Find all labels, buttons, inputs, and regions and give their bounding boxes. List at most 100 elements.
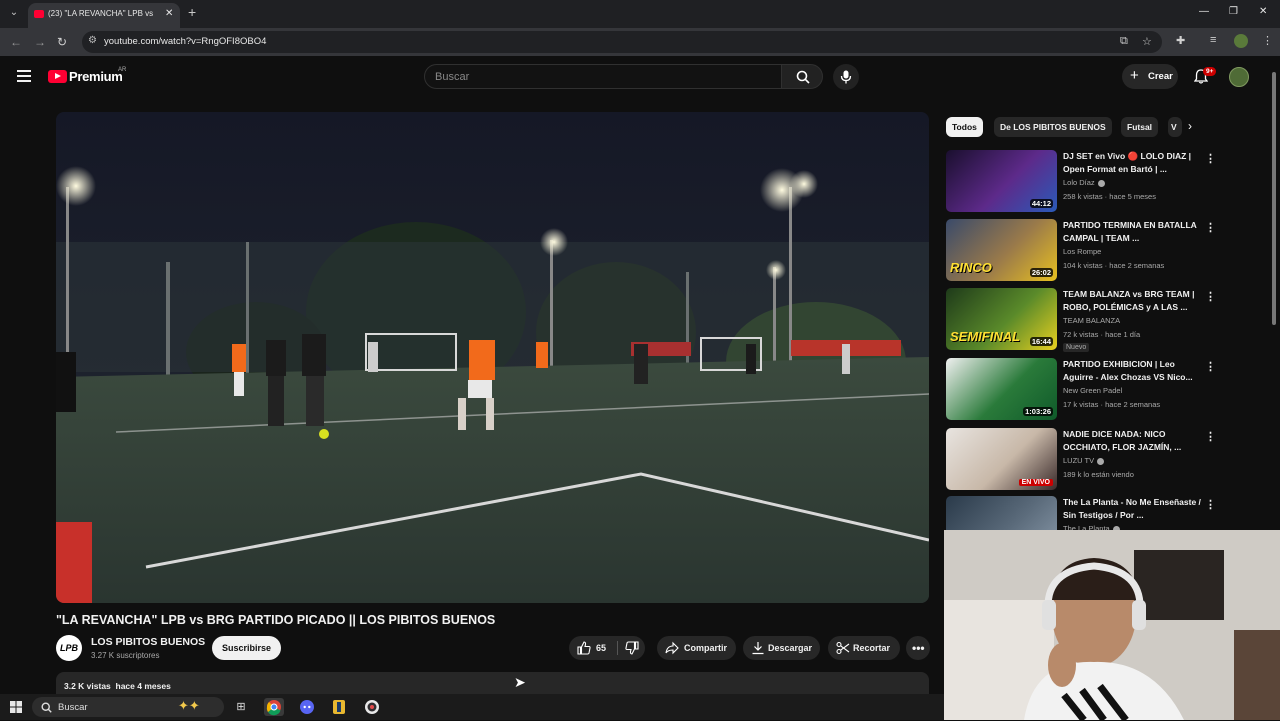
clip-button[interactable]: Recortar xyxy=(828,636,900,660)
media-control-icon[interactable]: ≡ xyxy=(1210,34,1216,46)
channel-name: TEAM BALANZA xyxy=(1063,316,1121,325)
chip-truncated[interactable]: V xyxy=(1168,117,1182,137)
voice-search-button[interactable] xyxy=(833,64,859,90)
chip-channel[interactable]: De LOS PIBITOS BUENOS xyxy=(994,117,1112,137)
recommendation-channel[interactable]: New Green Padel xyxy=(1063,386,1122,395)
more-horizontal-icon: ••• xyxy=(912,641,925,655)
thumbs-up-icon[interactable] xyxy=(577,641,591,655)
chip-futsal[interactable]: Futsal xyxy=(1121,117,1159,137)
task-view-icon[interactable]: ⊞ xyxy=(231,698,251,716)
channel-avatar[interactable]: LPB xyxy=(56,635,82,661)
like-count[interactable]: 65 xyxy=(596,643,606,653)
restore-icon[interactable]: ❐ xyxy=(1229,6,1238,17)
video-thumbnail[interactable]: 44:12 xyxy=(946,150,1057,212)
more-vertical-icon[interactable]: ⋮ xyxy=(1205,152,1216,165)
share-label: Compartir xyxy=(684,643,728,653)
thumbs-down-icon[interactable] xyxy=(625,641,639,655)
recommendation-channel[interactable]: LUZU TV xyxy=(1063,456,1105,465)
url-text: youtube.com/watch?v=RngOFI8OBO4 xyxy=(104,36,267,47)
more-vertical-icon[interactable]: ⋮ xyxy=(1205,290,1216,303)
video-duration: 44:12 xyxy=(1029,199,1053,208)
recommendation-card[interactable]: EN VIVO NADIE DICE NADA: NICO OCCHIATO, F… xyxy=(946,428,1216,494)
search-icon xyxy=(41,702,52,713)
forward-icon[interactable]: → xyxy=(34,35,46,49)
tab-search-icon[interactable]: ⌄ xyxy=(6,5,22,21)
guide-menu-icon[interactable] xyxy=(17,70,31,82)
recommendation-title[interactable]: NADIE DICE NADA: NICO OCCHIATO, FLOR JAZ… xyxy=(1063,428,1201,454)
browser-profile-avatar[interactable] xyxy=(1234,34,1248,48)
recommendation-title[interactable]: DJ SET en Vivo 🔴 LOLO DIAZ | Open Format… xyxy=(1063,150,1201,176)
more-vertical-icon[interactable]: ⋮ xyxy=(1205,498,1216,511)
chevron-right-icon[interactable]: › xyxy=(1188,119,1206,137)
recommendation-card[interactable]: 44:12 DJ SET en Vivo 🔴 LOLO DIAZ | Open F… xyxy=(946,150,1216,216)
search-button[interactable] xyxy=(781,64,823,89)
new-badge: Nuevo xyxy=(1063,343,1090,352)
share-icon xyxy=(665,641,679,655)
more-vertical-icon[interactable]: ⋮ xyxy=(1205,430,1216,443)
windows-start-icon[interactable] xyxy=(10,701,22,713)
download-button[interactable]: Descargar xyxy=(743,636,820,660)
window-close-icon[interactable]: ✕ xyxy=(1259,6,1267,17)
video-player[interactable] xyxy=(56,112,929,603)
video-thumbnail[interactable]: EN VIVO xyxy=(946,428,1057,490)
taskbar-search-label: Buscar xyxy=(58,702,88,713)
recommendation-title[interactable]: PARTIDO TERMINA EN BATALLA CAMPAL | TEAM… xyxy=(1063,219,1201,245)
download-label: Descargar xyxy=(768,643,813,653)
create-label: Crear xyxy=(1148,71,1173,82)
address-bar[interactable]: ⚙ youtube.com/watch?v=RngOFI8OBO4 ⧉ ☆ xyxy=(82,31,1162,53)
extensions-icon[interactable]: ✚ xyxy=(1176,34,1185,47)
site-info-icon[interactable]: ⚙ xyxy=(88,35,97,46)
channel-name: LUZU TV xyxy=(1063,456,1095,465)
share-button[interactable]: Compartir xyxy=(657,636,736,660)
more-actions-button[interactable]: ••• xyxy=(906,636,930,660)
install-app-icon[interactable]: ⧉ xyxy=(1120,35,1128,48)
back-icon[interactable]: ← xyxy=(10,35,22,49)
page-scrollbar[interactable] xyxy=(1272,72,1276,325)
video-thumbnail[interactable]: RINCO 26:02 xyxy=(946,219,1057,281)
youtube-favicon-icon xyxy=(34,10,44,18)
more-vertical-icon[interactable]: ⋮ xyxy=(1205,221,1216,234)
account-avatar[interactable] xyxy=(1229,67,1249,87)
tab-close-icon[interactable]: ✕ xyxy=(165,8,173,19)
create-button[interactable]: + Crear xyxy=(1122,64,1178,89)
app-taskbar-icon[interactable] xyxy=(329,698,349,716)
thumbnail-overlay-text: RINCO xyxy=(950,260,992,275)
recommendation-channel[interactable]: Lolo Díaz xyxy=(1063,178,1105,187)
new-tab-icon[interactable]: + xyxy=(188,4,196,20)
recommendation-meta: 17 k vistas · hace 2 semanas xyxy=(1063,400,1161,409)
recommendation-card[interactable]: 1:03:26 PARTIDO EXHIBICION | Leo Aguirre … xyxy=(946,358,1216,424)
recommendation-channel[interactable]: Los Rompe xyxy=(1063,247,1101,256)
recommendation-channel[interactable]: TEAM BALANZA xyxy=(1063,316,1120,325)
browser-menu-icon[interactable]: ⋮ xyxy=(1262,34,1273,47)
recommendation-meta: 258 k vistas · hace 5 meses xyxy=(1063,192,1156,201)
recommendation-card[interactable]: RINCO 26:02 PARTIDO TERMINA EN BATALLA CAM… xyxy=(946,219,1216,285)
video-duration: 1:03:26 xyxy=(1023,407,1053,416)
youtube-premium-label[interactable]: Premium xyxy=(69,69,123,84)
video-thumbnail[interactable]: SEMIFINAL 16:44 xyxy=(946,288,1057,350)
recommendation-title[interactable]: PARTIDO EXHIBICION | Leo Aguirre - Alex … xyxy=(1063,358,1201,384)
obs-taskbar-icon[interactable] xyxy=(362,698,382,716)
search-input[interactable] xyxy=(435,70,765,84)
recommendation-title[interactable]: The La Planta - No Me Enseñaste / Sin Te… xyxy=(1063,496,1201,522)
minimize-icon[interactable]: — xyxy=(1199,6,1209,17)
discord-taskbar-icon[interactable] xyxy=(297,698,317,716)
reload-icon[interactable]: ↻ xyxy=(57,35,67,49)
browser-tab-strip: ⌄ (23) "LA REVANCHA" LPB vs ✕ + — ❐ ✕ xyxy=(0,0,1280,28)
taskbar-search[interactable]: Buscar ✦✦ xyxy=(32,697,224,717)
recommendation-meta: 72 k vistas · hace 1 día xyxy=(1063,330,1141,339)
chip-all[interactable]: Todos xyxy=(946,117,983,137)
youtube-logo-icon[interactable] xyxy=(48,70,67,83)
description-meta: 3.2 K vistas hace 4 meses xyxy=(64,681,171,691)
browser-tab[interactable]: (23) "LA REVANCHA" LPB vs ✕ xyxy=(28,3,180,28)
recommendation-title[interactable]: TEAM BALANZA vs BRG TEAM | ROBO, POLÉMIC… xyxy=(1063,288,1201,314)
chrome-taskbar-icon[interactable] xyxy=(264,698,284,716)
subscribe-button[interactable]: Suscribirse xyxy=(212,636,281,660)
live-badge: EN VIVO xyxy=(1018,479,1053,486)
recommendation-card[interactable]: SEMIFINAL 16:44 TEAM BALANZA vs BRG TEAM |… xyxy=(946,288,1216,354)
verified-icon xyxy=(1097,179,1105,187)
channel-name[interactable]: LOS PIBITOS BUENOS xyxy=(91,636,205,648)
more-vertical-icon[interactable]: ⋮ xyxy=(1205,360,1216,373)
plus-icon: + xyxy=(1130,67,1139,84)
bookmark-star-icon[interactable]: ☆ xyxy=(1142,35,1152,48)
video-thumbnail[interactable]: 1:03:26 xyxy=(946,358,1057,420)
